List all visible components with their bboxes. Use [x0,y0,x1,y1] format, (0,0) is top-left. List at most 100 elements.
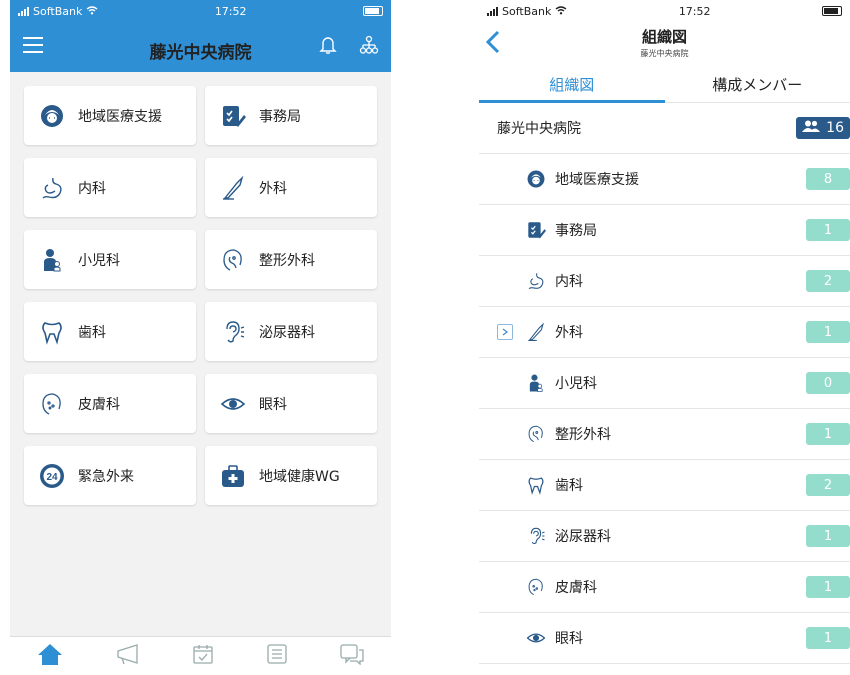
home-screen: SoftBank 17:52 藤光中央病院 地域医療支援 事務局 内科 外科 小児科 整形… [10,0,391,675]
department-row[interactable]: 内科 2 [479,256,850,307]
member-count: 16 [826,120,844,136]
list-icon[interactable] [266,643,288,669]
department-row-label: 整形外科 [555,427,611,443]
bottom-nav [10,636,391,675]
tab-members[interactable]: 構成メンバー [665,70,850,102]
scalpel-icon [219,174,247,202]
face-bone-icon [219,246,247,274]
department-tile[interactable]: 整形外科 [205,230,377,289]
department-row[interactable]: 地域医療支援 8 [479,154,850,205]
member-count-badge[interactable]: 1 [806,219,850,241]
ear-icon [525,525,547,547]
menu-icon[interactable] [22,36,44,58]
department-row[interactable]: 事務局 1 [479,205,850,256]
signal-icon [18,6,29,16]
child-icon [38,246,66,274]
department-tile[interactable]: 皮膚科 [24,374,196,433]
member-count-badge[interactable]: 1 [806,576,850,598]
member-count-badge[interactable]: 8 [806,168,850,190]
department-row[interactable]: 皮膚科 1 [479,562,850,613]
department-list: 地域医療支援 8 事務局 1 内科 2 外科 1 小児科 0 整形外科 1 歯科 2 泌尿器科 1 皮膚科 1 眼科… [479,154,850,664]
skin-icon [525,576,547,598]
department-row-label: 泌尿器科 [555,529,611,545]
status-time: 17:52 [678,4,711,18]
tab-org-chart[interactable]: 組織図 [479,70,665,102]
department-tile-label: 小児科 [78,252,120,269]
department-row[interactable]: 眼科 1 [479,613,850,664]
expand-icon[interactable] [497,324,513,340]
medical-kit-icon [219,462,247,490]
svg-text:24: 24 [46,472,58,483]
department-tile[interactable]: 小児科 [24,230,196,289]
department-tile-label: 外科 [259,180,287,197]
calendar-icon[interactable] [192,643,214,669]
carrier-label: SoftBank [33,4,83,18]
department-tile[interactable]: 24 緊急外来 [24,446,196,505]
bell-icon[interactable] [319,35,337,59]
page-title: 組織図 [641,28,687,46]
department-tile[interactable]: 泌尿器科 [205,302,377,361]
tooth-icon [525,474,547,496]
department-row[interactable]: 小児科 0 [479,358,850,409]
member-count-badge[interactable]: 1 [806,627,850,649]
department-row[interactable]: 外科 1 [479,307,850,358]
member-count-badge[interactable]: 16 [796,117,850,139]
department-tile[interactable]: 地域医療支援 [24,86,196,145]
department-row[interactable]: 歯科 2 [479,460,850,511]
department-tile[interactable]: 内科 [24,158,196,217]
stomach-icon [38,174,66,202]
status-time: 17:52 [214,4,247,18]
eye-icon [525,627,547,649]
department-tile-label: 地域医療支援 [78,108,162,125]
org-root-label: 藤光中央病院 [497,121,581,137]
department-tile-label: 整形外科 [259,252,315,269]
department-tile-label: 泌尿器科 [259,324,315,341]
member-count-badge[interactable]: 2 [806,270,850,292]
department-tile[interactable]: 眼科 [205,374,377,433]
status-bar: SoftBank 17:52 [10,0,391,22]
nurse-icon [525,168,547,190]
checklist-icon [525,219,547,241]
megaphone-icon[interactable] [115,643,141,669]
org-chart-screen: SoftBank 17:52 組織図 藤光中央病院 組織図 構成メンバー 藤光中… [479,0,850,675]
member-count-badge[interactable]: 0 [806,372,850,394]
member-count-badge[interactable]: 2 [806,474,850,496]
home-icon[interactable] [36,642,64,670]
ear-icon [219,318,247,346]
eye-icon [219,390,247,418]
org-root-row[interactable]: 藤光中央病院 16 [479,103,850,154]
department-row-label: 小児科 [555,376,597,392]
department-tile[interactable]: 歯科 [24,302,196,361]
child-icon [525,372,547,394]
wifi-icon [555,5,567,18]
department-tile[interactable]: 外科 [205,158,377,217]
department-row-label: 外科 [555,325,583,341]
carrier-label: SoftBank [502,4,552,18]
page-subtitle: 藤光中央病院 [640,49,689,58]
face-bone-icon [525,423,547,445]
signal-icon [487,6,498,16]
status-bar: SoftBank 17:52 [479,0,850,22]
department-tile-label: 地域健康WG [259,468,340,485]
org-header: 組織図 藤光中央病院 [479,22,850,70]
department-row[interactable]: 整形外科 1 [479,409,850,460]
department-tile[interactable]: 地域健康WG [205,446,377,505]
department-row-label: 地域医療支援 [555,172,639,188]
people-icon [802,120,821,136]
battery-icon [362,6,383,16]
app-header [10,22,391,72]
nurse-icon [38,102,66,130]
tooth-icon [38,318,66,346]
department-tile-label: 緊急外来 [78,468,134,485]
chat-icon[interactable] [339,643,365,669]
department-tile-label: 内科 [78,180,106,197]
org-chart-icon[interactable] [359,35,379,59]
member-count-badge[interactable]: 1 [806,525,850,547]
member-count-badge[interactable]: 1 [806,321,850,343]
department-row-label: 歯科 [555,478,583,494]
department-tile[interactable]: 事務局 [205,86,377,145]
checklist-icon [219,102,247,130]
department-row[interactable]: 泌尿器科 1 [479,511,850,562]
member-count-badge[interactable]: 1 [806,423,850,445]
department-row-label: 事務局 [555,223,597,239]
